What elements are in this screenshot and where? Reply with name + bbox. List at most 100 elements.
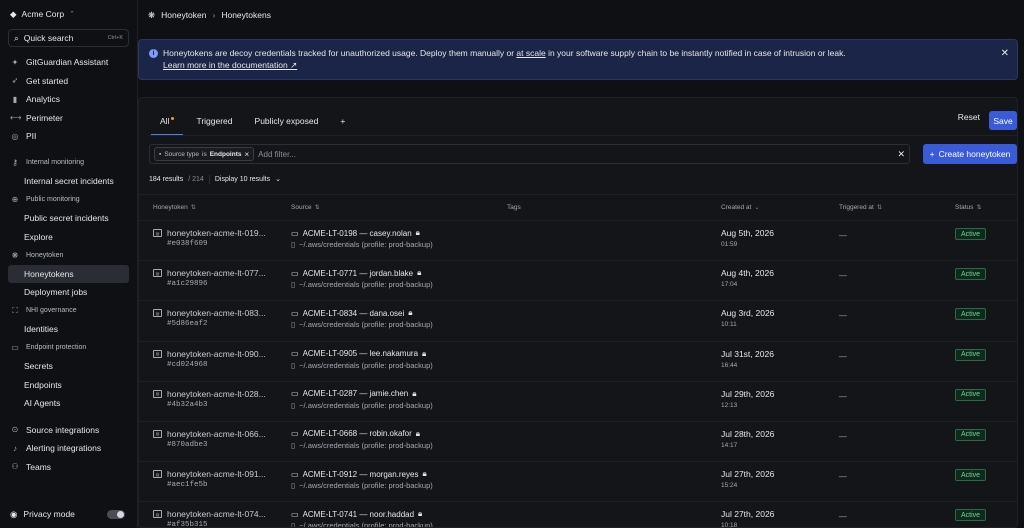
sidebar-item-label: Alerting integrations bbox=[26, 443, 102, 454]
sidebar-item-perimeter[interactable]: ⟷ Perimeter bbox=[8, 109, 129, 128]
col-label: Tags bbox=[507, 204, 521, 211]
remove-chip-icon[interactable]: × bbox=[244, 150, 249, 159]
sidebar-item-internal-incidents[interactable]: Internal secret incidents bbox=[8, 172, 129, 191]
save-button[interactable]: Save bbox=[989, 111, 1017, 130]
sidebar-item-identities[interactable]: Identities bbox=[8, 320, 129, 339]
honeytoken-name[interactable]: honeytoken-acme-lt-090... bbox=[167, 349, 266, 359]
honeytoken-name[interactable]: honeytoken-acme-lt-028... bbox=[167, 389, 266, 399]
source-path: ~/.aws/credentials (profile: prod-backup… bbox=[299, 400, 433, 410]
privacy-mode-toggle[interactable] bbox=[107, 509, 125, 519]
created-time: 17:04 bbox=[721, 281, 738, 289]
eye-icon: ◉ bbox=[10, 508, 18, 519]
reset-button[interactable]: Reset bbox=[958, 112, 980, 122]
sidebar-item-analytics[interactable]: ▮ Analytics bbox=[8, 90, 129, 109]
quick-search[interactable]: ⌕ Quick search Ctrl+K bbox=[8, 29, 129, 47]
table-row[interactable]: ▤ honeytoken-acme-lt-091... #aec1fe5b ▭ AC… bbox=[139, 462, 1017, 503]
breadcrumb-current: Honeytokens bbox=[221, 10, 271, 20]
sidebar-item-get-started[interactable]: ➶ Get started bbox=[8, 72, 129, 91]
display-count-select[interactable]: Display 10 results bbox=[215, 176, 270, 183]
source-path: ~/.aws/credentials (profile: prod-backup… bbox=[299, 320, 433, 330]
table-row[interactable]: ▤ honeytoken-acme-lt-074... #af35b315 ▭ AC… bbox=[139, 502, 1017, 528]
monitor-icon: ▭ bbox=[291, 268, 299, 278]
key-icon: ⚷ bbox=[12, 158, 18, 168]
table-row[interactable]: ▤ honeytoken-acme-lt-019... #e038f609 ▭ AC… bbox=[139, 221, 1017, 262]
chevron-down-icon[interactable]: ⌄ bbox=[275, 175, 281, 183]
sidebar-item-alerting-integrations[interactable]: ♪ Alerting integrations bbox=[8, 439, 129, 458]
source-path: ~/.aws/credentials (profile: prod-backup… bbox=[299, 440, 433, 450]
source-path: ~/.aws/credentials (profile: prod-backup… bbox=[299, 360, 433, 370]
sidebar-item-explore[interactable]: Explore bbox=[8, 228, 129, 247]
breadcrumb-parent[interactable]: Honeytoken bbox=[161, 10, 206, 20]
table-row[interactable]: ▤ honeytoken-acme-lt-090... #cd024968 ▭ AC… bbox=[139, 342, 1017, 382]
created-cell: Jul 28th, 2026 14:17 bbox=[721, 429, 774, 449]
sidebar-item-ai-agents[interactable]: AI Agents bbox=[8, 394, 129, 413]
sidebar-item-teams[interactable]: ⚇ Teams bbox=[8, 458, 129, 477]
section-internal-monitoring: ⚷ Internal monitoring bbox=[8, 154, 129, 173]
tab-all[interactable]: All bbox=[149, 110, 185, 136]
honeytoken-name[interactable]: honeytoken-acme-lt-091... bbox=[167, 469, 266, 479]
chart-icon: ▮ bbox=[12, 94, 18, 104]
sidebar-item-label: Analytics bbox=[26, 94, 61, 105]
sidebar-item-endpoints[interactable]: Endpoints bbox=[8, 376, 129, 395]
sidebar-item-deployment-jobs[interactable]: Deployment jobs bbox=[8, 283, 129, 302]
table-row[interactable]: ▤ honeytoken-acme-lt-083... #5d86eaf2 ▭ AC… bbox=[139, 301, 1017, 342]
sidebar-item-secrets[interactable]: Secrets bbox=[8, 357, 129, 376]
honeytoken-hash: #e038f609 bbox=[167, 240, 208, 248]
honeytoken-name[interactable]: honeytoken-acme-lt-074... bbox=[167, 509, 266, 519]
honeytoken-cell: ▤ honeytoken-acme-lt-077... #a1c29896 bbox=[153, 268, 281, 288]
tab-triggered[interactable]: Triggered bbox=[185, 110, 243, 132]
tab-publicly-exposed[interactable]: Publicly exposed bbox=[244, 110, 330, 132]
table-row[interactable]: ▤ honeytoken-acme-lt-077... #a1c29896 ▭ AC… bbox=[139, 261, 1017, 302]
add-filter-input[interactable]: Add filter... bbox=[258, 150, 296, 159]
filter-chip-source-type[interactable]: ▪ Source type is Endpoints × bbox=[154, 147, 255, 161]
honeytoken-name[interactable]: honeytoken-acme-lt-066... bbox=[167, 429, 266, 439]
honeytoken-cell: ▤ honeytoken-acme-lt-074... #af35b315 bbox=[153, 509, 281, 528]
add-tab-button[interactable]: + bbox=[329, 110, 356, 132]
fingerprint-icon: ◎ bbox=[11, 131, 19, 141]
close-icon[interactable]: ✕ bbox=[1001, 48, 1009, 59]
org-switcher[interactable]: ◆ Acme Corp ⌃ bbox=[8, 0, 129, 28]
sidebar-item-public-incidents[interactable]: Public secret incidents bbox=[8, 209, 129, 228]
created-cell: Jul 29th, 2026 12:13 bbox=[721, 389, 774, 409]
col-source[interactable]: Source ⇅ bbox=[291, 204, 320, 211]
created-date: Jul 27th, 2026 bbox=[721, 509, 775, 520]
col-created-at[interactable]: Created at ⌄ bbox=[721, 204, 759, 211]
honeytoken-cell: ▤ honeytoken-acme-lt-019... #e038f609 bbox=[153, 228, 281, 248]
honeytoken-name[interactable]: honeytoken-acme-lt-077... bbox=[167, 268, 266, 278]
sort-icon: ⇅ bbox=[976, 205, 982, 211]
triggered-cell: — bbox=[839, 431, 847, 441]
col-honeytoken[interactable]: Honeytoken ⇅ bbox=[153, 204, 196, 211]
sidebar-item-honeytokens[interactable]: Honeytokens bbox=[8, 264, 129, 283]
section-label: Public monitoring bbox=[26, 196, 80, 204]
created-time: 01:59 bbox=[721, 241, 738, 248]
create-honeytoken-button[interactable]: + Create honeytoken bbox=[923, 144, 1017, 164]
token-icon: ▤ bbox=[153, 470, 162, 479]
table-row[interactable]: ▤ honeytoken-acme-lt-028... #4b32a4b3 ▭ AC… bbox=[139, 382, 1017, 422]
col-status[interactable]: Status ⇅ bbox=[955, 204, 981, 211]
honeytoken-hash: #af35b315 bbox=[167, 521, 208, 528]
learn-more-link[interactable]: Learn more in the documentation ↗ bbox=[163, 59, 1007, 71]
token-icon: ▤ bbox=[153, 229, 162, 237]
filter-bar[interactable]: ▪ Source type is Endpoints × Add filter.… bbox=[149, 144, 910, 164]
table-row[interactable]: ▤ honeytoken-acme-lt-066... #870adbe3 ▭ AC… bbox=[139, 422, 1017, 463]
honeytoken-hash: #4b32a4b3 bbox=[167, 400, 208, 409]
clear-filters-icon[interactable]: ✕ bbox=[897, 149, 905, 160]
col-triggered-at[interactable]: Triggered at ⇅ bbox=[839, 204, 882, 211]
plus-icon: + bbox=[929, 149, 935, 159]
created-cell: Aug 5th, 2026 01:59 bbox=[721, 228, 774, 248]
section-label: Endpoint protection bbox=[26, 344, 87, 352]
sidebar: ◆ Acme Corp ⌃ ⌕ Quick search Ctrl+K ✦ Git… bbox=[0, 0, 138, 528]
honeytoken-cell: ▤ honeytoken-acme-lt-083... #5d86eaf2 bbox=[153, 308, 281, 328]
sidebar-item-pii[interactable]: ◎ PII bbox=[8, 127, 129, 146]
at-scale-link[interactable]: at scale bbox=[516, 48, 545, 58]
create-label: Create honeytoken bbox=[938, 149, 1011, 159]
created-date: Jul 28th, 2026 bbox=[721, 428, 775, 439]
honeytoken-name[interactable]: honeytoken-acme-lt-019... bbox=[167, 228, 266, 238]
col-tags: Tags bbox=[507, 204, 521, 211]
created-cell: Aug 4th, 2026 17:04 bbox=[721, 268, 774, 288]
created-time: 10:18 bbox=[721, 522, 738, 528]
honeytoken-name[interactable]: honeytoken-acme-lt-083... bbox=[167, 308, 266, 318]
sidebar-item-assistant[interactable]: ✦ GitGuardian Assistant bbox=[8, 53, 129, 72]
sidebar-item-source-integrations[interactable]: ⊙ Source integrations bbox=[8, 421, 129, 440]
status-badge: Active bbox=[955, 388, 987, 401]
